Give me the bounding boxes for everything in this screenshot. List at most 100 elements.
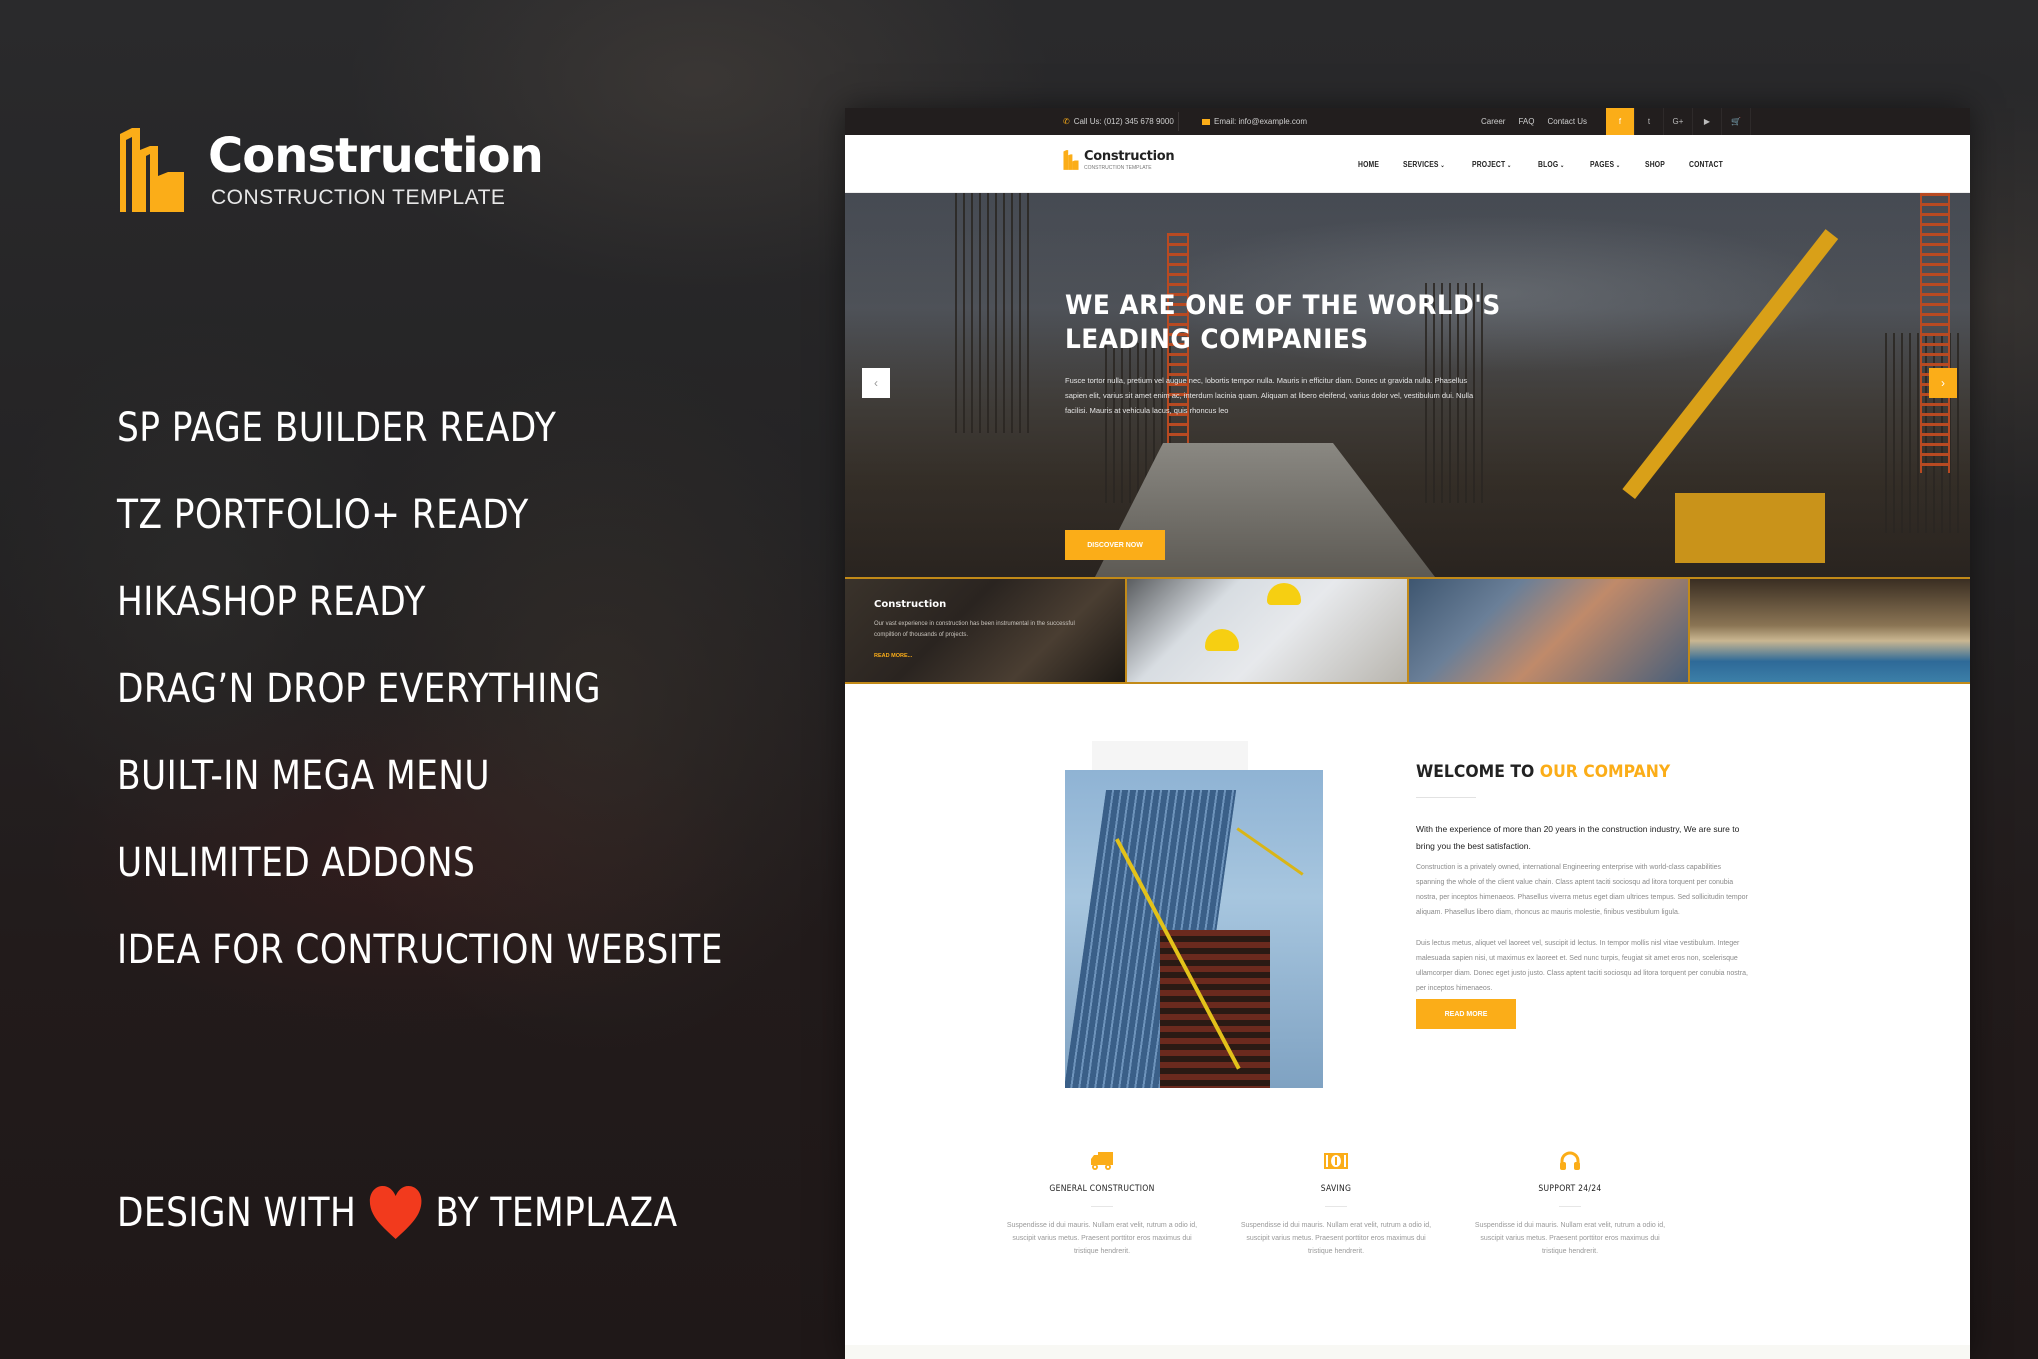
twitter-icon[interactable]: t bbox=[1635, 108, 1664, 135]
nav-item-pages[interactable]: PAGES ⌄ bbox=[1590, 160, 1620, 169]
phone-info: ✆ Call Us: (012) 345 678 9000 bbox=[1063, 117, 1174, 126]
welcome-paragraph: Construction is a privately owned, inter… bbox=[1416, 864, 1748, 916]
feature-item: HIKASHOP READY bbox=[117, 579, 426, 625]
feature-thumbnails: Construction Our vast experience in cons… bbox=[845, 577, 1970, 684]
site-logo[interactable]: Construction CONSTRUCTION TEMPLATE bbox=[1063, 149, 1175, 171]
service-text: Suspendisse id dui mauris. Nullam erat v… bbox=[1006, 1222, 1198, 1255]
nav-label: CONTACT bbox=[1688, 159, 1723, 169]
service-title: SUPPORT 24/24 bbox=[1538, 1184, 1602, 1194]
chevron-down-icon: ⌄ bbox=[1506, 162, 1512, 169]
welcome-title-plain: WELCOME TO bbox=[1416, 762, 1535, 782]
chevron-down-icon: ⌄ bbox=[1440, 162, 1445, 169]
chevron-down-icon: ⌄ bbox=[1615, 162, 1620, 169]
youtube-icon[interactable]: ▶ bbox=[1693, 108, 1722, 135]
nav-item-blog[interactable]: BLOG ⌄ bbox=[1538, 160, 1564, 169]
service-text: Suspendisse id dui mauris. Nullam erat v… bbox=[1240, 1222, 1432, 1255]
phone-icon: ✆ bbox=[1063, 117, 1070, 126]
link-faq[interactable]: FAQ bbox=[1518, 117, 1534, 126]
read-more-link[interactable]: READ MORE... bbox=[874, 653, 912, 659]
cart-icon[interactable]: 🛒 bbox=[1722, 108, 1751, 135]
nav-label: PROJECT bbox=[1471, 159, 1506, 169]
hero-rebar bbox=[955, 193, 1035, 433]
feature-item: SP PAGE BUILDER READY bbox=[117, 405, 557, 451]
slider-prev-button[interactable]: ‹ bbox=[862, 368, 890, 398]
service-item: SUPPORT 24/24 Suspendisse id dui mauris.… bbox=[1470, 1148, 1670, 1258]
nav-menu: HOME SERVICES ⌄ PROJECT ⌄ BLOG ⌄ PAGES ⌄ SHO… bbox=[1358, 135, 1749, 193]
nav-item-project[interactable]: PROJECT ⌄ bbox=[1472, 160, 1511, 169]
social-links: f t G+ ▶ 🛒 bbox=[1606, 108, 1751, 135]
headphones-icon bbox=[1560, 1151, 1580, 1170]
truck-icon bbox=[1091, 1152, 1113, 1170]
service-divider bbox=[1091, 1206, 1113, 1207]
google-plus-icon[interactable]: G+ bbox=[1664, 108, 1693, 135]
nav-item-services[interactable]: SERVICES ⌄ bbox=[1403, 160, 1445, 169]
nav-item-shop[interactable]: SHOP bbox=[1645, 160, 1665, 169]
thumb-blueprint-photo[interactable] bbox=[1126, 579, 1407, 682]
thumb-handshake-photo[interactable] bbox=[1408, 579, 1689, 682]
website-mockup: ✆ Call Us: (012) 345 678 9000 Email: inf… bbox=[845, 108, 1970, 1359]
nav-item-home[interactable]: HOME bbox=[1358, 160, 1379, 169]
top-bar: ✆ Call Us: (012) 345 678 9000 Email: inf… bbox=[845, 108, 1970, 135]
divider bbox=[1178, 112, 1179, 131]
nav-label: BLOG bbox=[1538, 159, 1559, 169]
nav-label: SHOP bbox=[1645, 159, 1666, 169]
hero-text: Fusce tortor nulla, pretium vel augue ne… bbox=[1065, 376, 1474, 415]
facebook-icon[interactable]: f bbox=[1606, 108, 1635, 135]
feature-item: IDEA FOR CONTRUCTION WEBSITE bbox=[117, 927, 723, 973]
feature-list: SP PAGE BUILDER READY TZ PORTFOLIO+ READ… bbox=[117, 400, 822, 1009]
service-title: GENERAL CONSTRUCTION bbox=[1049, 1184, 1155, 1194]
read-more-button[interactable]: READ MORE bbox=[1416, 999, 1516, 1029]
welcome-paragraph: Duis lectus metus, aliquet vel laoreet v… bbox=[1416, 940, 1748, 992]
hero-title-line: LEADING COMPANIES bbox=[1065, 324, 1369, 355]
discover-now-button[interactable]: DISCOVER NOW bbox=[1065, 530, 1165, 560]
link-career[interactable]: Career bbox=[1481, 117, 1505, 126]
brand-name: Construction bbox=[208, 128, 544, 184]
phone-text: Call Us: (012) 345 678 9000 bbox=[1073, 117, 1174, 126]
brand-tagline: CONSTRUCTION TEMPLATE bbox=[211, 186, 506, 209]
nav-item-contact[interactable]: CONTACT bbox=[1689, 160, 1723, 169]
heart-icon bbox=[370, 1186, 422, 1239]
thumb-text: Our vast experience in construction has … bbox=[874, 621, 1075, 638]
slider-next-button[interactable]: › bbox=[1929, 368, 1957, 398]
nav-label: PAGES bbox=[1589, 159, 1614, 169]
service-title: SAVING bbox=[1320, 1184, 1352, 1194]
nav-label: SERVICES bbox=[1402, 159, 1439, 169]
credit-after: BY TEMPLAZA bbox=[435, 1190, 678, 1236]
hero-slider: WE ARE ONE OF THE WORLD'S LEADING COMPAN… bbox=[845, 193, 1970, 577]
hard-hat bbox=[1266, 583, 1301, 605]
mail-icon bbox=[1202, 118, 1210, 125]
next-section-edge bbox=[845, 1345, 1970, 1359]
crane-jib bbox=[1236, 827, 1304, 876]
building-photo bbox=[1065, 770, 1323, 1088]
brand-logo: Construction CONSTRUCTION TEMPLATE bbox=[118, 128, 544, 212]
nav-label: HOME bbox=[1358, 159, 1380, 169]
service-divider bbox=[1559, 1206, 1581, 1207]
welcome-lead: With the experience of more than 20 year… bbox=[1416, 824, 1740, 851]
site-name: Construction bbox=[1084, 149, 1175, 164]
service-text: Suspendisse id dui mauris. Nullam erat v… bbox=[1474, 1222, 1666, 1255]
service-item: SAVING Suspendisse id dui mauris. Nullam… bbox=[1236, 1148, 1436, 1258]
welcome-title-accent: OUR COMPANY bbox=[1539, 762, 1671, 782]
chevron-down-icon: ⌄ bbox=[1560, 162, 1565, 169]
email-info: Email: info@example.com bbox=[1202, 117, 1307, 126]
thumb-pool-photo[interactable] bbox=[1690, 579, 1970, 682]
service-item: GENERAL CONSTRUCTION Suspendisse id dui … bbox=[1002, 1148, 1202, 1258]
link-contact-us[interactable]: Contact Us bbox=[1547, 117, 1587, 126]
hero-crane-body bbox=[1675, 493, 1825, 563]
hero-title: WE ARE ONE OF THE WORLD'S LEADING COMPAN… bbox=[1065, 289, 1501, 357]
money-icon bbox=[1324, 1153, 1348, 1169]
email-text: Email: info@example.com bbox=[1214, 117, 1308, 126]
title-divider bbox=[1416, 797, 1476, 798]
thumb-title: Construction bbox=[874, 599, 947, 610]
building-logo-icon bbox=[1063, 150, 1079, 170]
building-logo-icon bbox=[120, 128, 184, 212]
feature-item: BUILT-IN MEGA MENU bbox=[117, 753, 491, 799]
thumb-construction[interactable]: Construction Our vast experience in cons… bbox=[845, 579, 1125, 682]
hard-hat bbox=[1204, 629, 1239, 651]
hero-title-line: WE ARE ONE OF THE WORLD'S bbox=[1065, 290, 1501, 321]
welcome-section: WELCOME TO OUR COMPANY With the experien… bbox=[845, 684, 1970, 1184]
feature-item: DRAG’N DROP EVERYTHING bbox=[117, 666, 601, 712]
services-section: GENERAL CONSTRUCTION Suspendisse id dui … bbox=[845, 1148, 1970, 1298]
service-divider bbox=[1325, 1206, 1347, 1207]
top-links: Career FAQ Contact Us bbox=[1481, 117, 1587, 126]
